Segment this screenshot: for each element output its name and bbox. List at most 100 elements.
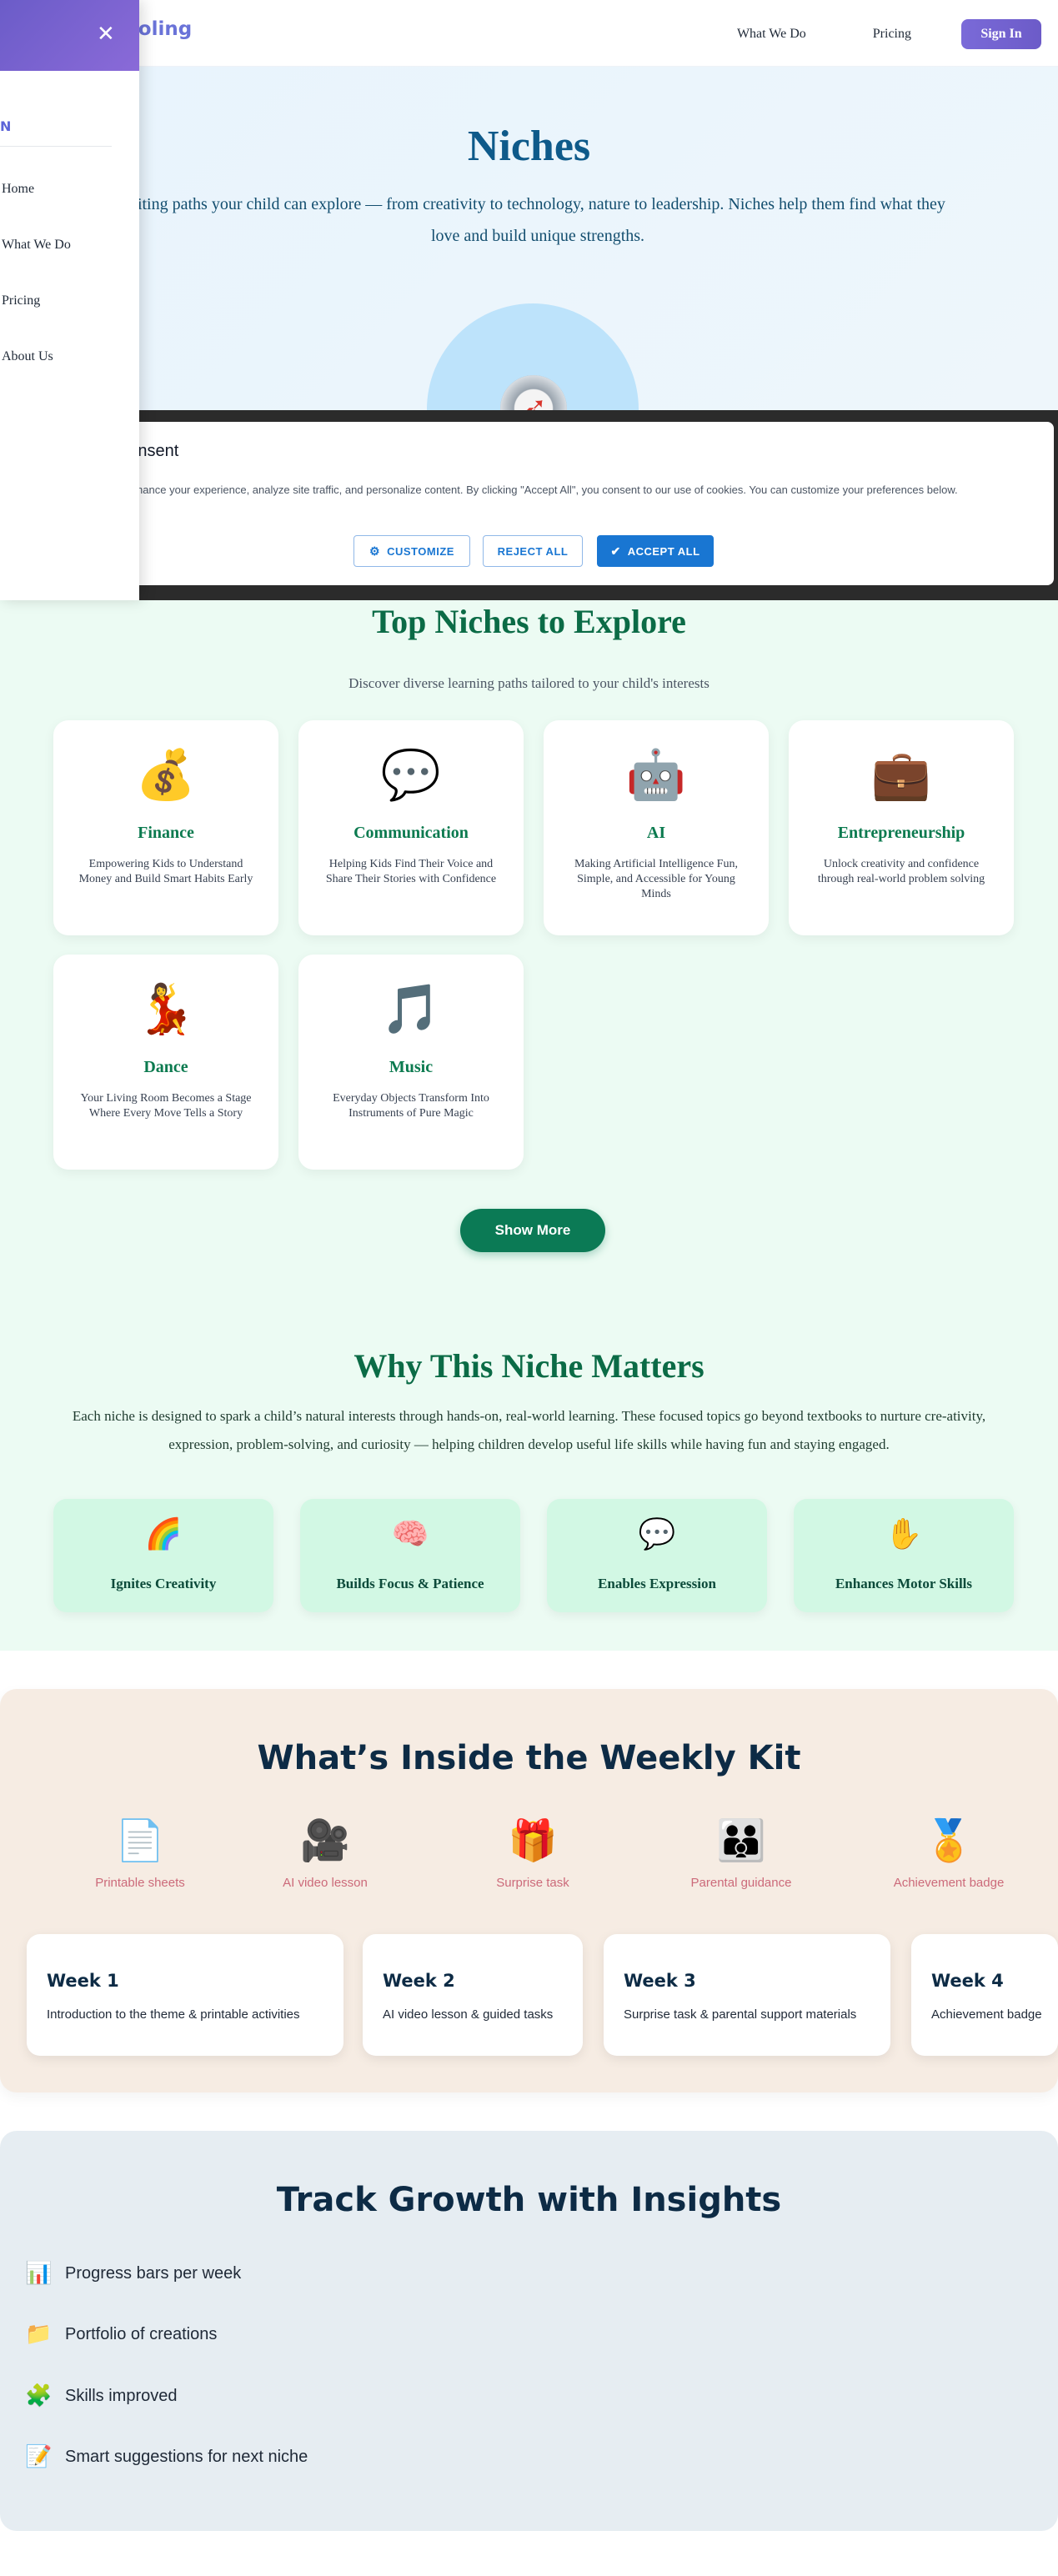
gear-icon: ⚙ (369, 544, 381, 558)
reject-all-label: REJECT ALL (497, 544, 569, 558)
speech-bubble-icon: 💬 (380, 746, 442, 803)
kit-item-label: Achievement badge (893, 1876, 1005, 1890)
niche-card-title: Finance (138, 824, 194, 842)
customize-label: CUSTOMIZE (387, 544, 454, 558)
medal-icon: 🏅 (924, 1817, 974, 1864)
show-more-button[interactable]: Show More (460, 1209, 605, 1252)
drawer-header: ✕ (0, 0, 139, 71)
kit-item-video: 🎥 AI video lesson (242, 1814, 409, 1890)
page-title: Niches (467, 123, 591, 170)
week-title: Week 2 (383, 1971, 455, 1991)
benefit-motor-skills: ✋ Enhances Motor Skills (794, 1499, 1014, 1612)
family-icon: 👪 (716, 1817, 766, 1864)
site-header: ooling What We Do Pricing Sign In (0, 0, 1058, 67)
speech-bubble-icon: 💬 (638, 1517, 676, 1551)
niches-section: Top Niches to Explore Discover diverse l… (0, 417, 1058, 1651)
niche-card-entrepreneurship[interactable]: 💼 Entrepreneurship Unlock creativity and… (789, 720, 1014, 935)
track-item-skills: 🧩 Skills improved (25, 2383, 177, 2408)
week-title: Week 3 (624, 1971, 696, 1991)
money-bag-icon: 💰 (135, 746, 197, 803)
benefit-label: Enhances Motor Skills (835, 1576, 973, 1591)
niche-card-description: Unlock creativity and confidence through… (817, 858, 985, 885)
drawer-link-home[interactable]: Home (2, 182, 34, 197)
niche-card-description: Empowering Kids to Understand Money and … (78, 858, 253, 885)
track-item-label: Progress bars per week (65, 2263, 242, 2283)
hand-icon: ✋ (885, 1517, 923, 1551)
niche-card-description: Helping Kids Find Their Voice and Share … (325, 858, 497, 885)
bar-chart-icon: 📊 (25, 2261, 53, 2286)
niche-card-title: Entrepreneurship (837, 824, 965, 842)
niche-card-dance[interactable]: 💃 Dance Your Living Room Becomes a Stage… (53, 955, 278, 1170)
track-item-label: Smart suggestions for next niche (65, 2447, 308, 2466)
niche-card-finance[interactable]: 💰 Finance Empowering Kids to Understand … (53, 720, 278, 935)
why-title: Why This Niche Matters (354, 1347, 704, 1385)
track-item-label: Skills improved (65, 2386, 178, 2405)
niche-card-ai[interactable]: 🤖 AI Making Artificial Intelligence Fun,… (544, 720, 769, 935)
niche-card-title: Music (389, 1058, 434, 1076)
side-drawer: ✕ N Home What We Do Pricing About Us (0, 0, 139, 600)
cookie-description: We use cookies to enhance your experienc… (33, 484, 958, 496)
close-icon[interactable]: ✕ (97, 22, 115, 47)
week-card-1: Week 1 Introduction to the theme & print… (27, 1934, 343, 2056)
kit-item-printables: 📄 Printable sheets (57, 1814, 223, 1890)
gift-icon: 🎁 (508, 1817, 558, 1864)
kit-item-guidance: 👪 Parental guidance (658, 1814, 825, 1890)
accept-all-button[interactable]: ✔ ACCEPT ALL (597, 535, 714, 567)
nav-what-we-do[interactable]: What We Do (737, 27, 806, 42)
niche-card-title: Communication (354, 824, 469, 842)
kit-item-label: AI video lesson (283, 1876, 368, 1890)
puzzle-icon: 🧩 (25, 2383, 53, 2408)
document-icon: 📄 (115, 1817, 165, 1864)
niche-card-description: Making Artificial Intelligence Fun, Simp… (574, 858, 738, 900)
drawer-link-pricing[interactable]: Pricing (2, 293, 40, 308)
week-card-4: Week 4 Achievement badge (911, 1934, 1058, 2056)
week-description: Introduction to the theme & printable ac… (47, 2007, 300, 2022)
sign-in-button[interactable]: Sign In (961, 19, 1041, 49)
niche-card-title: AI (646, 824, 666, 842)
why-description: Each niche is designed to spark a child’… (72, 1408, 986, 1452)
track-item-progress: 📊 Progress bars per week (25, 2261, 241, 2286)
rainbow-icon: 🌈 (144, 1517, 183, 1551)
customize-button[interactable]: ⚙ CUSTOMIZE (354, 535, 470, 567)
benefit-label: Ignites Creativity (110, 1576, 217, 1591)
hero-description: citing paths your child can explore — fr… (130, 195, 945, 245)
drawer-divider (0, 146, 112, 147)
week-title: Week 4 (931, 1971, 1004, 1991)
memo-icon: 📝 (25, 2444, 53, 2469)
track-title: Track Growth with Insights (276, 2181, 782, 2219)
dancer-icon: 💃 (135, 980, 197, 1037)
main-nav: What We Do Pricing Sign In (737, 19, 1041, 49)
benefit-creativity: 🌈 Ignites Creativity (53, 1499, 273, 1612)
benefit-label: Builds Focus & Patience (336, 1576, 484, 1591)
track-item-suggestions: 📝 Smart suggestions for next niche (25, 2444, 308, 2469)
kit-title: What’s Inside the Weekly Kit (257, 1739, 801, 1777)
niches-title: Top Niches to Explore (372, 603, 686, 640)
track-item-portfolio: 📁 Portfolio of creations (25, 2322, 217, 2347)
niche-card-description: Your Living Room Becomes a Stage Where E… (80, 1092, 252, 1120)
weekly-kit-section: What’s Inside the Weekly Kit 📄 Printable… (0, 1689, 1058, 2092)
drawer-link-about-us[interactable]: About Us (2, 349, 53, 364)
niche-card-description: Everyday Objects Transform Into Instrume… (333, 1092, 489, 1120)
nav-pricing[interactable]: Pricing (873, 27, 911, 42)
drawer-login-link[interactable]: N (0, 118, 11, 134)
drawer-link-what-we-do[interactable]: What We Do (2, 238, 71, 253)
cookie-consent-dialog: ● Cookie Consent We use cookies to enhan… (13, 422, 1054, 585)
week-card-3: Week 3 Surprise task & parental support … (604, 1934, 890, 2056)
reject-all-button[interactable]: REJECT ALL (483, 535, 583, 567)
week-description: AI video lesson & guided tasks (383, 2007, 554, 2022)
week-description: Achievement badge (931, 2007, 1042, 2022)
kit-item-badge: 🏅 Achievement badge (865, 1814, 1032, 1890)
cookie-consent-overlay: ● Cookie Consent We use cookies to enhan… (0, 410, 1058, 600)
robot-icon: 🤖 (625, 746, 687, 803)
kit-item-label: Surprise task (496, 1876, 569, 1890)
benefit-label: Enables Expression (598, 1576, 716, 1591)
accept-all-label: ACCEPT ALL (627, 544, 700, 558)
kit-item-label: Printable sheets (95, 1876, 185, 1890)
kit-item-surprise: 🎁 Surprise task (449, 1814, 616, 1890)
niche-card-music[interactable]: 🎵 Music Everyday Objects Transform Into … (298, 955, 524, 1170)
track-item-label: Portfolio of creations (65, 2324, 218, 2343)
brain-icon: 🧠 (391, 1517, 429, 1551)
video-camera-icon: 🎥 (300, 1817, 350, 1864)
niche-card-title: Dance (143, 1058, 188, 1076)
niche-card-communication[interactable]: 💬 Communication Helping Kids Find Their … (298, 720, 524, 935)
